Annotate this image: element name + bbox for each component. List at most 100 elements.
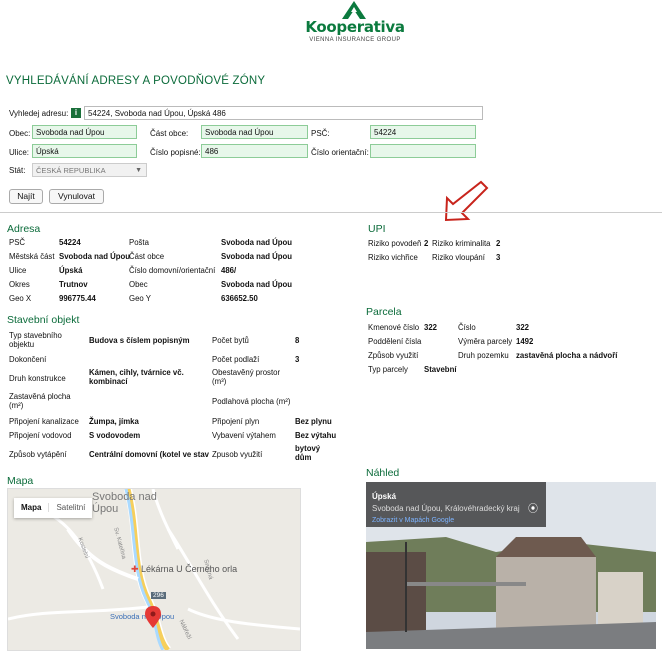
cislo-label: Číslo bbox=[458, 323, 476, 332]
druh-konstrukce-label: Druh konstrukce bbox=[9, 374, 66, 383]
reset-button[interactable]: Vynulovat bbox=[49, 189, 104, 204]
cislo-popisne-label: Číslo popisné: bbox=[150, 148, 201, 157]
adresa-value: Svoboda nad Úpou bbox=[221, 238, 293, 247]
cislo-orientacni-input[interactable] bbox=[370, 144, 476, 158]
info-icon[interactable]: i bbox=[71, 108, 81, 118]
adresa-value: Úpská bbox=[59, 266, 83, 275]
address-input[interactable]: 54224, Svoboda nad Úpou, Úpská 486 bbox=[84, 106, 483, 120]
find-button[interactable]: Najít bbox=[9, 189, 43, 204]
zpusob-vyuziti-label: Způsob využití bbox=[368, 351, 419, 360]
typ-objektu-label: Typ stavebního objektu bbox=[9, 331, 62, 349]
riziko-vloupani-label: Riziko vloupání bbox=[432, 253, 485, 262]
adresa-label: Ulice bbox=[9, 266, 27, 275]
obec-input[interactable]: Svoboda nad Úpou bbox=[32, 125, 137, 139]
mapa-title: Mapa bbox=[7, 475, 34, 487]
pharmacy-name: Lékárna U Černého orla bbox=[141, 564, 238, 574]
cislo-value: 322 bbox=[516, 323, 530, 332]
riziko-kriminalita-label: Riziko kriminalita bbox=[432, 239, 491, 248]
zastavena-plocha-label: Zastavěná plocha (m²) bbox=[9, 392, 71, 410]
upi-title: UPI bbox=[368, 223, 386, 235]
ulice-label: Ulice: bbox=[9, 148, 30, 157]
adresa-value: Svoboda nad Úpou bbox=[221, 252, 293, 261]
open-in-google-maps-link[interactable]: Zobrazit v Mapách Google bbox=[372, 517, 454, 524]
ulice-input[interactable]: Úpská bbox=[32, 144, 137, 158]
map-small-place: Svoboda nad Úpou bbox=[110, 612, 175, 621]
plyn-value: Bez plynu bbox=[295, 417, 332, 426]
adresa-label: Okres bbox=[9, 280, 30, 289]
pocet-bytu-label: Počet bytů bbox=[212, 336, 249, 345]
pocet-podlazi-value: 3 bbox=[295, 355, 300, 364]
pocet-podlazi-label: Počet podlaží bbox=[212, 355, 260, 364]
vytapeni-label: Způsob vytápění bbox=[9, 450, 67, 459]
map-type-tabs: Mapa Satelitní bbox=[14, 498, 93, 518]
address-label: Vyhledej adresu: bbox=[9, 109, 69, 118]
adresa-value: 54224 bbox=[59, 238, 81, 247]
cislo-popisne-input[interactable]: 486 bbox=[201, 144, 308, 158]
adresa-value: 996775.44 bbox=[59, 294, 96, 303]
typ-objektu-value: Budova s číslem popisným bbox=[89, 336, 190, 345]
tab-map[interactable]: Mapa bbox=[14, 503, 48, 512]
psc-input[interactable]: 54224 bbox=[370, 125, 476, 139]
kmenove-cislo-label: Kmenové číslo bbox=[368, 323, 420, 332]
obec-label: Obec: bbox=[9, 129, 31, 138]
nahled-title: Náhled bbox=[366, 467, 400, 479]
podlahova-plocha-label: Podlahová plocha (m²) bbox=[212, 397, 291, 406]
vytah-label: Vybavení výtahem bbox=[212, 431, 276, 440]
region-name: Svoboda nad Úpou, Královéhradecký kraj bbox=[372, 504, 520, 513]
adresa-label: Městská část bbox=[9, 252, 55, 261]
pharmacy-icon: ✚ bbox=[131, 564, 142, 574]
adresa-value: Trutnov bbox=[59, 280, 88, 289]
stat-select[interactable]: ČESKÁ REPUBLIKA ▼ bbox=[32, 163, 147, 177]
typ-parcely-value: Stavební bbox=[424, 365, 457, 374]
kooperativa-logo-icon bbox=[342, 1, 366, 19]
pocet-bytu-value: 8 bbox=[295, 336, 300, 345]
typ-parcely-label: Typ parcely bbox=[368, 365, 408, 374]
adresa-value: 486/ bbox=[221, 266, 237, 275]
page-title: VYHLEDÁVÁNÍ ADRESY A POVODŇOVÉ ZÓNY bbox=[6, 75, 266, 87]
street-view-photo[interactable]: Úpská Svoboda nad Úpou, Královéhradecký … bbox=[366, 482, 656, 649]
riziko-povoden-label: Riziko povodeň bbox=[368, 239, 422, 248]
map-place-label: Svoboda nad Úpou bbox=[92, 491, 157, 515]
vymera-value: 1492 bbox=[516, 337, 534, 346]
stat-select-value: ČESKÁ REPUBLIKA bbox=[36, 166, 106, 175]
riziko-vichrice-label: Riziko vichřice bbox=[368, 253, 418, 262]
vodovod-label: Připojení vodovod bbox=[9, 431, 72, 440]
druh-konstrukce-value: Kámen, cihly, tvárnice vč. kombinací bbox=[89, 368, 184, 386]
adresa-label: Geo Y bbox=[129, 294, 151, 303]
adresa-label: Obec bbox=[129, 280, 148, 289]
kanalizace-label: Připojení kanalizace bbox=[9, 417, 79, 426]
obestaveny-label: Obestavěný prostor (m³) bbox=[212, 368, 281, 386]
red-arrow-icon bbox=[444, 180, 489, 222]
kanalizace-value: Žumpa, jímka bbox=[89, 417, 139, 426]
chevron-down-icon: ▼ bbox=[135, 167, 142, 174]
adresa-label: Část obce bbox=[129, 252, 165, 261]
brand-logo: Kooperativa VIENNA INSURANCE GROUP bbox=[300, 0, 410, 50]
kmenove-cislo-value: 322 bbox=[424, 323, 438, 332]
cast-obce-label: Část obce: bbox=[150, 129, 189, 138]
street-view-info-panel: Úpská Svoboda nad Úpou, Královéhradecký … bbox=[366, 482, 546, 527]
vytah-value: Bez výtahu bbox=[295, 431, 337, 440]
adresa-value: 636652.50 bbox=[221, 294, 258, 303]
riziko-kriminalita-value: 2 bbox=[496, 239, 501, 248]
brand-subtitle: VIENNA INSURANCE GROUP bbox=[309, 37, 401, 43]
druh-pozemku-value: zastavěná plocha a nádvoří bbox=[516, 351, 618, 360]
vyuziti-value: bytový dům bbox=[295, 444, 321, 462]
pharmacy-label: ✚ Lékárna U Černého orla bbox=[131, 564, 237, 575]
adresa-label: Číslo domovní/orientační bbox=[129, 266, 216, 275]
cast-obce-input[interactable]: Svoboda nad Úpou bbox=[201, 125, 308, 139]
road-number-badge: 296 bbox=[151, 592, 166, 599]
stat-label: Stát: bbox=[9, 166, 26, 175]
vodovod-value: S vodovodem bbox=[89, 431, 141, 440]
riziko-povoden-value: 2 bbox=[424, 239, 429, 248]
street-name: Úpská bbox=[372, 492, 397, 501]
adresa-title: Adresa bbox=[7, 223, 41, 235]
map-view[interactable]: Mapa Satelitní Svoboda nad Úpou ✚ Lékárna… bbox=[7, 488, 301, 651]
adresa-label: PSČ bbox=[9, 238, 26, 247]
vymera-label: Výměra parcely bbox=[458, 337, 513, 346]
brand-name: Kooperativa bbox=[305, 18, 405, 36]
map-pin-icon[interactable] bbox=[145, 606, 161, 628]
psc-label: PSČ: bbox=[311, 129, 330, 138]
location-pin-icon[interactable]: ⦿ bbox=[528, 500, 538, 515]
tab-satellite[interactable]: Satelitní bbox=[48, 503, 93, 512]
poddeleni-label: Poddělení čísla bbox=[368, 337, 422, 346]
